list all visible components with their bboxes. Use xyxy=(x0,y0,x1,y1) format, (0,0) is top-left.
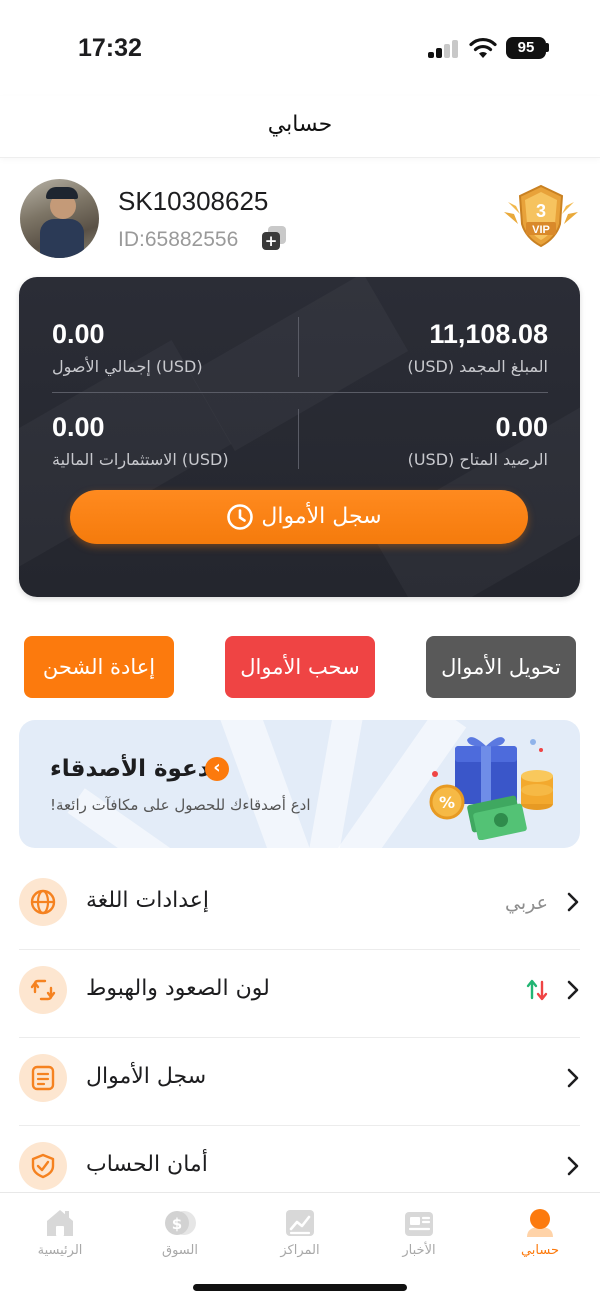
tab-home[interactable]: الرئيسية xyxy=(15,1207,105,1258)
battery-indicator: 95 xyxy=(506,37,546,59)
tab-account[interactable]: حسابي xyxy=(495,1207,585,1258)
balance-card: 11,108.08 (USD) المبلغ المجمد 0.00 (USD)… xyxy=(19,277,580,597)
user-id: ID:65882556 xyxy=(118,228,239,251)
funds-history-button-label: سجل الأموال xyxy=(261,504,382,529)
wifi-icon xyxy=(469,37,497,58)
globe-icon xyxy=(30,889,56,915)
up-down-arrows-icon-circle xyxy=(19,966,67,1014)
tab-market-label: السوق xyxy=(162,1243,198,1258)
avatar[interactable] xyxy=(20,179,99,258)
chevron-right-icon xyxy=(567,892,579,912)
total-assets-value: 0.00 xyxy=(52,319,105,349)
tab-positions[interactable]: المراكز xyxy=(255,1207,345,1258)
shield-check-icon xyxy=(31,1153,55,1179)
svg-text:%: % xyxy=(439,793,455,812)
settings-row-funds-history[interactable]: سجل الأموال xyxy=(19,1038,580,1126)
up-down-color-label: لون الصعود والهبوط xyxy=(86,976,270,1001)
shield-check-icon-circle xyxy=(19,1142,67,1190)
svg-text:3: 3 xyxy=(536,201,546,221)
tab-news[interactable]: الأخبار xyxy=(374,1207,464,1258)
page-title: حسابي xyxy=(267,112,333,137)
tab-home-label: الرئيسية xyxy=(37,1243,83,1258)
invite-subtitle: !ادع أصدقاءك للحصول على مكافآت رائعة xyxy=(50,796,311,814)
tab-market[interactable]: $ السوق xyxy=(135,1207,225,1258)
up-down-arrows-icon xyxy=(30,979,56,1001)
available-balance-label: (USD) الرصيد المتاح xyxy=(407,450,548,469)
tab-account-label: حسابي xyxy=(520,1243,560,1258)
news-icon xyxy=(405,1212,433,1236)
account-security-label: أمان الحساب xyxy=(86,1152,208,1177)
username: SK10308625 xyxy=(118,186,269,216)
available-balance-value: 0.00 xyxy=(495,412,548,442)
funds-history-label: سجل الأموال xyxy=(86,1064,207,1089)
frozen-amount-label: (USD) المبلغ المجمد xyxy=(407,357,548,376)
transfer-funds-button[interactable]: تحويل الأموال xyxy=(426,636,576,698)
chevron-left-icon: ‹ xyxy=(205,757,229,781)
cellular-signal-icon xyxy=(428,40,460,58)
withdraw-funds-button[interactable]: سحب الأموال xyxy=(225,636,375,698)
settings-row-up-down-color[interactable]: لون الصعود والهبوط xyxy=(19,950,580,1038)
page-header: حسابي xyxy=(0,96,600,158)
clock-icon xyxy=(227,504,254,530)
frozen-amount-value: 11,108.08 xyxy=(429,319,548,349)
document-icon xyxy=(31,1065,55,1091)
profile-icon xyxy=(527,1209,553,1237)
green-red-arrows-icon xyxy=(526,979,548,1001)
recharge-button[interactable]: إعادة الشحن xyxy=(24,636,174,698)
language-value: عربي xyxy=(505,892,548,914)
document-icon-circle xyxy=(19,1054,67,1102)
financial-investments-value: 0.00 xyxy=(52,412,105,442)
battery-cap xyxy=(546,43,549,52)
language-settings-label: إعدادات اللغة xyxy=(86,888,210,913)
gift-box-illustration-icon: % xyxy=(429,737,553,840)
copy-icon[interactable]: + xyxy=(262,226,288,250)
financial-investments-label: (USD) الاستثمارات المالية xyxy=(52,450,229,469)
status-bar: 17:32 95 xyxy=(0,0,600,96)
settings-row-language[interactable]: إعدادات اللغة عربي xyxy=(19,862,580,950)
invite-title: دعوة الأصدقاء xyxy=(50,756,210,782)
globe-icon-circle xyxy=(19,878,67,926)
chart-icon xyxy=(286,1210,314,1236)
funds-history-button[interactable]: سجل الأموال xyxy=(70,490,528,544)
home-icon xyxy=(47,1210,73,1236)
total-assets-label: (USD) إجمالي الأصول xyxy=(52,357,203,376)
chevron-right-icon xyxy=(567,1068,579,1088)
chevron-right-icon xyxy=(567,980,579,1000)
svg-text:VIP: VIP xyxy=(532,224,550,236)
svg-text:$: $ xyxy=(172,1215,182,1233)
status-time: 17:32 xyxy=(78,34,142,62)
account-page: 17:32 95 حسابي SK10308625 ID:65882556 + … xyxy=(0,0,600,1304)
home-indicator xyxy=(193,1284,407,1291)
dollar-coin-icon: $ xyxy=(165,1211,196,1235)
vip-badge-icon[interactable]: 3 VIP xyxy=(502,184,580,248)
tab-positions-label: المراكز xyxy=(280,1243,320,1258)
chevron-right-icon xyxy=(567,1156,579,1176)
tab-news-label: الأخبار xyxy=(402,1243,436,1258)
